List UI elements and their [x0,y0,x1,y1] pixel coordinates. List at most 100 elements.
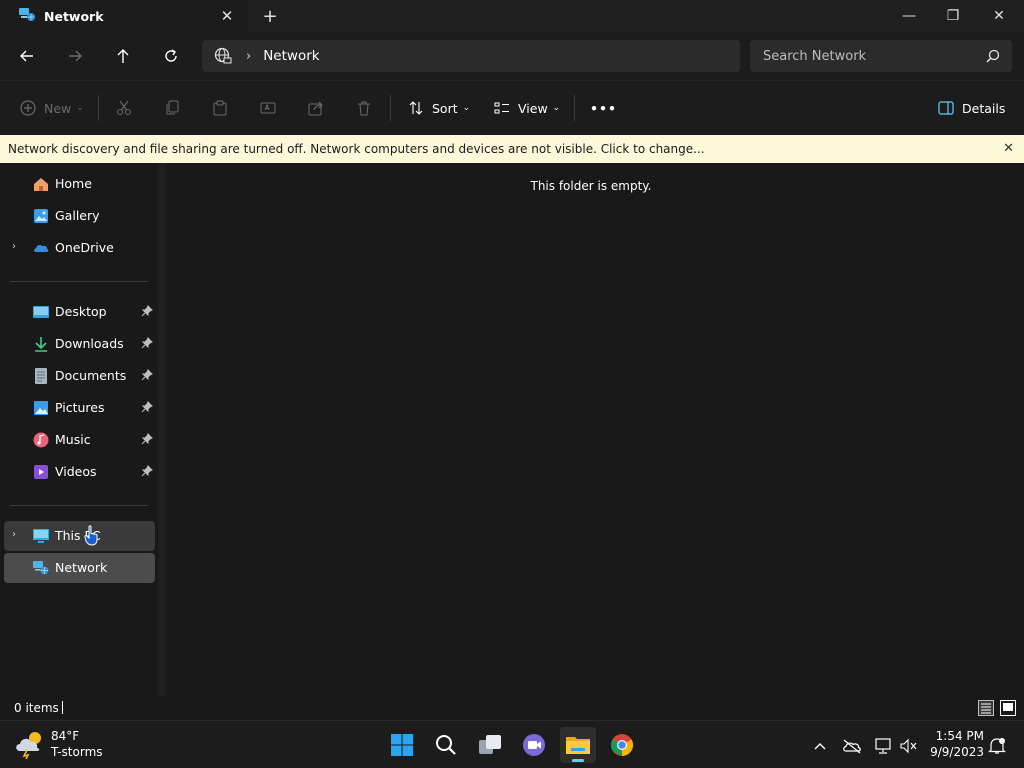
chevron-up-icon [814,743,826,750]
view-button[interactable]: View ⌄ [494,94,560,122]
nav-item-downloads[interactable]: Downloads [4,329,155,359]
pane-splitter[interactable] [158,163,166,696]
volume-tray-button[interactable] [898,735,920,757]
forward-button[interactable] [59,40,91,72]
forward-arrow-icon [69,50,82,62]
show-hidden-icons-button[interactable] [809,735,831,757]
minimize-button[interactable]: — [886,0,932,32]
clock-date[interactable]: 9/9/2023 [928,745,984,759]
weather-description[interactable]: T-storms [51,745,103,759]
info-bar-close-button[interactable]: ✕ [1003,141,1014,156]
refresh-icon [165,49,177,62]
trash-icon [358,101,370,116]
nav-item-gallery[interactable]: Gallery [4,201,155,231]
search-input[interactable] [763,48,973,64]
task-view-button[interactable] [472,727,508,763]
separator [98,95,99,121]
close-window-button[interactable]: ✕ [976,0,1022,32]
weather-widget[interactable] [14,729,48,761]
rename-button[interactable] [260,94,276,122]
pin-icon [141,369,153,381]
pin-icon [141,401,153,413]
search-icon [436,735,456,755]
more-options-button[interactable]: ••• [590,94,617,122]
details-label: Details [962,100,1006,116]
thunderstorm-weather-icon [16,732,41,760]
chat-camera-icon [523,734,545,756]
nav-item-home[interactable]: Home [4,169,155,199]
clock-time[interactable]: 1:54 PM [930,729,984,743]
file-list-area[interactable]: This folder is empty. [166,163,1024,696]
taskbar: 84°F T-storms 1:54 PM 9/9/2023 [0,720,1024,768]
nav-item-desktop[interactable]: Desktop [4,297,155,327]
task-view-icon [479,735,501,754]
chevron-down-icon: ⌄ [462,103,471,113]
tab-close-button[interactable]: ✕ [216,5,238,27]
nav-label-pictures: Pictures [55,400,105,415]
hand-cursor-icon [84,525,98,546]
onedrive-tray-button[interactable] [841,735,863,757]
new-label: New [44,100,72,116]
nav-label-music: Music [55,432,91,447]
refresh-button[interactable] [155,40,187,72]
network-discovery-info-bar[interactable]: Network discovery and file sharing are t… [0,135,1024,163]
nav-item-documents[interactable]: Documents [4,361,155,391]
notification-bell-icon [988,738,1006,754]
videos-icon [34,465,48,479]
chevron-down-icon: ⌄ [76,103,84,113]
up-button[interactable] [107,40,139,72]
taskbar-search-button[interactable] [428,727,464,763]
sort-icon [409,101,423,115]
restore-button[interactable]: ❐ [930,0,976,32]
separator [390,95,391,121]
nav-divider [10,505,148,506]
new-tab-button[interactable]: + [258,4,282,28]
share-button[interactable] [308,94,324,122]
info-bar-message[interactable]: Network discovery and file sharing are t… [8,142,705,156]
nav-item-this-pc[interactable]: › This PC [4,521,155,551]
weather-temperature[interactable]: 84°F [51,729,79,743]
chevron-right-icon[interactable]: › [12,529,16,540]
nav-item-onedrive[interactable]: › OneDrive [4,233,155,263]
teams-chat-button[interactable] [516,727,552,763]
cut-button[interactable] [116,94,132,122]
sort-button[interactable]: Sort ⌄ [408,94,470,122]
large-icons-view-icon [1000,700,1016,716]
pin-icon [141,305,153,317]
nav-item-pictures[interactable]: Pictures [4,393,155,423]
onedrive-offline-icon [843,739,861,754]
nav-item-videos[interactable]: Videos [4,457,155,487]
scissors-icon [117,100,131,115]
file-explorer-taskbar-button[interactable] [560,727,596,763]
large-icons-view-button[interactable] [1000,700,1016,716]
address-bar[interactable]: › Network [202,40,740,72]
paste-button[interactable] [212,94,228,122]
new-button[interactable]: New ⌄ [20,94,84,122]
notification-center-button[interactable] [986,735,1008,757]
breadcrumb-network[interactable]: Network [263,48,319,64]
tab-title: Network [44,8,104,24]
details-button[interactable]: Details [938,94,1005,122]
active-app-indicator [572,759,584,762]
start-button[interactable] [384,727,420,763]
details-pane-icon [938,101,954,115]
pin-icon [141,433,153,445]
back-button[interactable] [11,40,43,72]
network-tray-button[interactable] [873,735,895,757]
nav-label-documents: Documents [55,368,127,383]
navigation-row: › Network [0,32,1024,80]
tab-network[interactable]: Network ✕ [0,0,248,32]
copy-button[interactable] [164,94,180,122]
details-view-button[interactable] [978,700,994,716]
empty-folder-message: This folder is empty. [530,179,652,193]
nav-item-network[interactable]: Network [4,553,155,583]
chevron-right-icon[interactable]: › [12,241,16,252]
chrome-taskbar-button[interactable] [604,727,640,763]
folder-icon [566,737,590,754]
home-icon [34,178,48,191]
delete-button[interactable] [356,94,372,122]
view-icon [494,102,509,114]
search-box[interactable] [750,40,1012,72]
breadcrumb-separator[interactable]: › [246,49,251,64]
nav-item-music[interactable]: Music [4,425,155,455]
